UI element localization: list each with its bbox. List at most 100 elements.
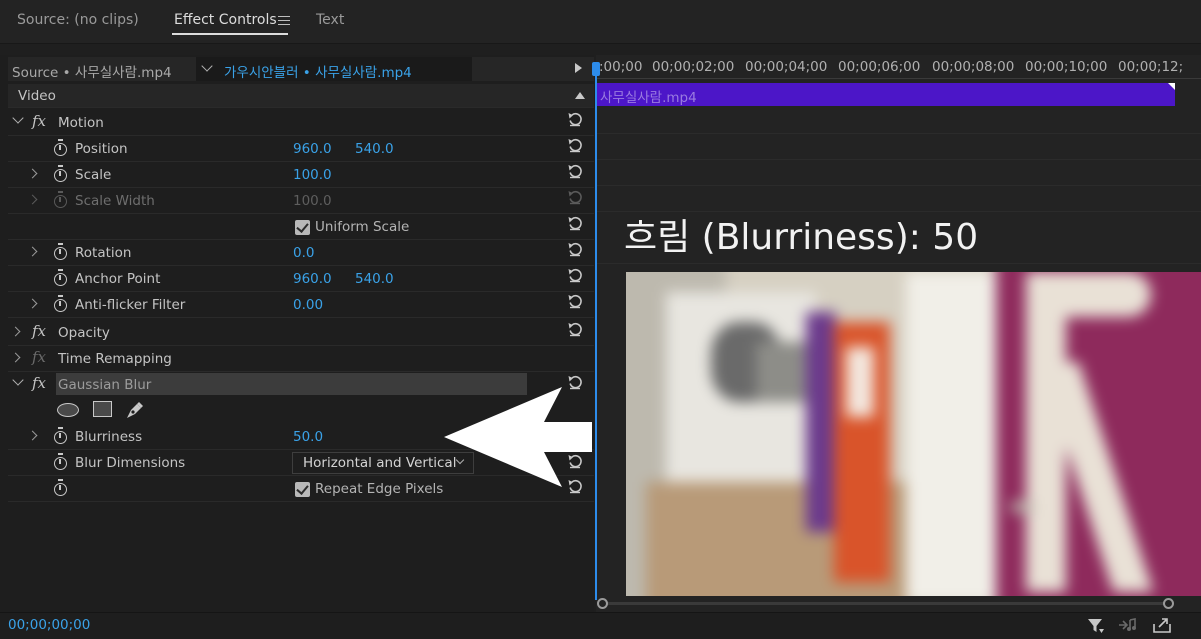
anchor-y-value[interactable]: 540.0 bbox=[355, 271, 394, 287]
repeat-edge-label: Repeat Edge Pixels bbox=[315, 481, 444, 497]
stopwatch-icon[interactable] bbox=[54, 453, 67, 470]
video-section-header: Video bbox=[8, 84, 594, 108]
anti-flicker-value[interactable]: 0.00 bbox=[293, 297, 323, 313]
panel-tab-bar: Source: (no clips) Effect Controls Text bbox=[0, 0, 1201, 44]
tab-source[interactable]: Source: (no clips) bbox=[17, 12, 139, 28]
fx-icon[interactable]: fx bbox=[32, 322, 46, 340]
anchor-point-label: Anchor Point bbox=[75, 271, 161, 287]
timeline-tick: :00;00 bbox=[599, 59, 643, 75]
position-y-value[interactable]: 540.0 bbox=[355, 141, 394, 157]
opacity-label: Opacity bbox=[58, 325, 110, 341]
reset-icon[interactable] bbox=[567, 241, 583, 257]
effect-row-motion[interactable]: fx Motion bbox=[8, 110, 594, 136]
stopwatch-icon[interactable] bbox=[54, 479, 67, 496]
anchor-x-value[interactable]: 960.0 bbox=[293, 271, 332, 287]
chevron-right-icon[interactable] bbox=[10, 326, 21, 337]
rotation-label: Rotation bbox=[75, 245, 132, 261]
time-remapping-label: Time Remapping bbox=[58, 351, 172, 367]
source-clip-label: Source • 사무실사람.mp4 bbox=[12, 65, 172, 81]
ellipse-mask-icon[interactable] bbox=[57, 403, 79, 417]
position-label: Position bbox=[75, 141, 128, 157]
scale-label: Scale bbox=[75, 167, 112, 183]
current-timecode[interactable]: 00;00;00;00 bbox=[8, 617, 90, 633]
arrow-left-icon bbox=[444, 387, 592, 487]
playhead-handle[interactable] bbox=[592, 62, 600, 76]
timeline-row-divider bbox=[596, 159, 1201, 160]
reset-icon[interactable] bbox=[567, 267, 583, 283]
uniform-scale-checkbox[interactable] bbox=[295, 220, 310, 235]
reset-icon[interactable] bbox=[567, 137, 583, 153]
fx-icon: fx bbox=[32, 348, 47, 366]
export-icon[interactable] bbox=[1152, 616, 1172, 634]
pen-mask-icon[interactable] bbox=[124, 399, 146, 421]
reset-icon[interactable] bbox=[567, 215, 583, 231]
chevron-right-icon[interactable] bbox=[27, 298, 38, 309]
chevron-right-icon[interactable] bbox=[27, 246, 38, 257]
fx-icon[interactable]: fx bbox=[32, 112, 46, 130]
property-row-scale: Scale 100.0 bbox=[8, 162, 594, 188]
playhead-line[interactable] bbox=[595, 70, 597, 600]
clip-end-marker bbox=[1168, 83, 1175, 90]
anti-flicker-label: Anti-flicker Filter bbox=[75, 297, 186, 313]
position-x-value[interactable]: 960.0 bbox=[293, 141, 332, 157]
video-section-label: Video bbox=[18, 88, 56, 104]
stopwatch-icon[interactable] bbox=[54, 269, 67, 286]
audio-icon[interactable] bbox=[1118, 617, 1138, 633]
chevron-right-icon bbox=[27, 194, 38, 205]
blur-dimensions-label: Blur Dimensions bbox=[75, 455, 186, 471]
reset-icon[interactable] bbox=[567, 111, 583, 127]
blur-dimensions-value[interactable]: Horizontal and Vertical bbox=[303, 455, 456, 471]
tab-text[interactable]: Text bbox=[316, 12, 344, 28]
scroll-handle-left[interactable] bbox=[597, 598, 608, 609]
timeline-tick: 00;00;04;00 bbox=[745, 59, 828, 75]
blurred-preview-image bbox=[626, 272, 1201, 596]
tab-effect-controls[interactable]: Effect Controls bbox=[174, 12, 277, 28]
reset-icon[interactable] bbox=[567, 293, 583, 309]
rotation-value[interactable]: 0.0 bbox=[293, 245, 314, 261]
timeline-row-divider bbox=[596, 133, 1201, 134]
gaussian-blur-label: Gaussian Blur bbox=[58, 377, 152, 393]
fx-icon[interactable]: fx bbox=[32, 374, 46, 392]
timeline-row-divider bbox=[596, 185, 1201, 186]
chevron-right-icon[interactable] bbox=[27, 430, 38, 441]
property-row-rotation: Rotation 0.0 bbox=[8, 240, 594, 266]
effect-row-opacity[interactable]: fx Opacity bbox=[8, 320, 594, 346]
repeat-edge-checkbox[interactable] bbox=[295, 482, 310, 497]
uniform-scale-label: Uniform Scale bbox=[315, 219, 410, 235]
property-row-anti-flicker: Anti-flicker Filter 0.00 bbox=[8, 292, 594, 318]
timeline-scrollbar[interactable] bbox=[602, 602, 1169, 605]
stopwatch-icon[interactable] bbox=[54, 295, 67, 312]
scroll-handle-right[interactable] bbox=[1163, 598, 1174, 609]
effect-row-time-remapping[interactable]: fx Time Remapping bbox=[8, 346, 594, 372]
reset-icon[interactable] bbox=[567, 321, 583, 337]
play-triangle-icon[interactable] bbox=[575, 63, 582, 73]
chevron-down-icon[interactable] bbox=[12, 112, 24, 124]
chevron-down-icon[interactable] bbox=[12, 374, 24, 386]
stopwatch-icon[interactable] bbox=[54, 243, 67, 260]
stopwatch-icon[interactable] bbox=[54, 427, 67, 444]
clip-dropdown-label[interactable]: 가우시안블러 • 사무실사람.mp4 bbox=[224, 61, 412, 81]
scale-width-value: 100.0 bbox=[293, 193, 332, 209]
motion-label: Motion bbox=[58, 115, 104, 131]
active-tab-indicator bbox=[172, 33, 288, 35]
ruler-divider bbox=[596, 78, 1201, 79]
panel-menu-icon[interactable] bbox=[278, 16, 290, 25]
property-row-anchor-point: Anchor Point 960.0 540.0 bbox=[8, 266, 594, 292]
stopwatch-icon[interactable] bbox=[54, 139, 67, 156]
timeline-tick: 00;00;02;00 bbox=[652, 59, 735, 75]
filter-icon[interactable] bbox=[1087, 617, 1105, 635]
scale-width-label: Scale Width bbox=[75, 193, 155, 209]
scale-value[interactable]: 100.0 bbox=[293, 167, 332, 183]
timeline-clip-label: 사무실사람.mp4 bbox=[600, 90, 697, 106]
status-bar bbox=[0, 612, 1201, 639]
timeline-tick: 00;00;10;00 bbox=[1025, 59, 1108, 75]
collapse-up-icon[interactable] bbox=[575, 92, 585, 99]
chevron-right-icon[interactable] bbox=[27, 168, 38, 179]
stopwatch-icon[interactable] bbox=[54, 165, 67, 182]
property-row-position: Position 960.0 540.0 bbox=[8, 136, 594, 162]
blurriness-value[interactable]: 50.0 bbox=[293, 429, 323, 445]
rectangle-mask-icon[interactable] bbox=[93, 401, 112, 417]
reset-icon[interactable] bbox=[567, 163, 583, 179]
chevron-right-icon[interactable] bbox=[10, 352, 21, 363]
blurriness-label: Blurriness bbox=[75, 429, 143, 445]
